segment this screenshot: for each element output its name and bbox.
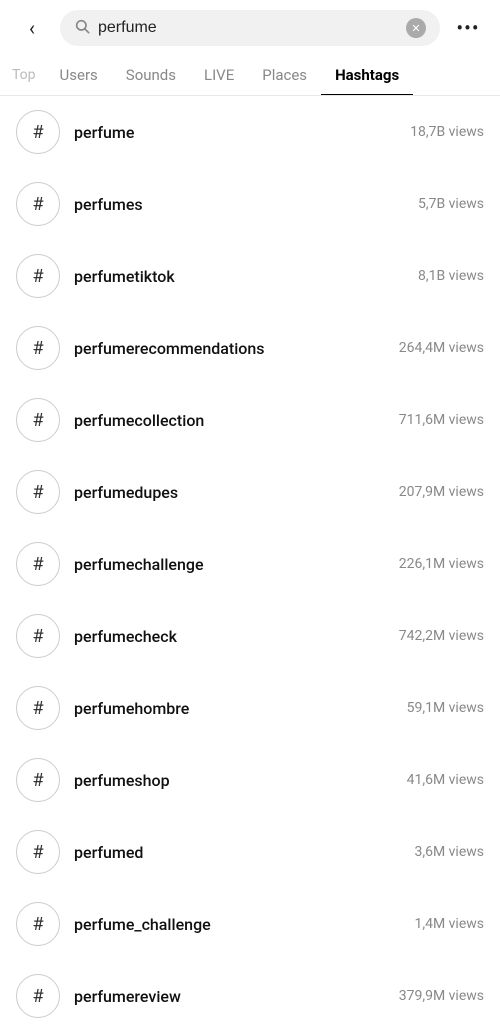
hashtag-label: perfumereview [74, 987, 385, 1006]
list-item[interactable]: # perfume 18,7B views [0, 96, 500, 168]
hashtag-icon: # [16, 254, 60, 298]
list-item[interactable]: # perfumedupes 207,9M views [0, 456, 500, 528]
tab-users[interactable]: Users [46, 56, 112, 96]
header: ‹ ✕ ••• [0, 0, 500, 56]
hashtag-views: 226,1M views [399, 556, 484, 572]
hashtag-views: 41,6M views [407, 772, 484, 788]
hashtag-label: perfumed [74, 843, 400, 862]
hashtag-icon: # [16, 614, 60, 658]
hashtag-icon: # [16, 542, 60, 586]
hashtag-views: 3,6M views [414, 844, 484, 860]
hashtag-list: # perfume 18,7B views # perfumes 5,7B vi… [0, 96, 500, 1032]
hashtag-views: 8,1B views [418, 268, 484, 284]
hashtag-label: perfumeshop [74, 771, 393, 790]
hashtag-views: 379,9M views [399, 988, 484, 1004]
hashtag-icon: # [16, 830, 60, 874]
hashtag-views: 1,4M views [414, 916, 484, 932]
hashtag-icon: # [16, 326, 60, 370]
list-item[interactable]: # perfumeshop 41,6M views [0, 744, 500, 816]
hashtag-views: 742,2M views [399, 628, 484, 644]
hashtag-label: perfumerecommendations [74, 339, 385, 358]
hashtag-icon: # [16, 182, 60, 226]
search-input[interactable] [98, 19, 398, 37]
hashtag-label: perfumecheck [74, 627, 385, 646]
hashtag-icon: # [16, 974, 60, 1018]
hashtag-views: 59,1M views [407, 700, 484, 716]
tab-places[interactable]: Places [248, 56, 321, 96]
hashtag-label: perfumetiktok [74, 267, 404, 286]
back-button[interactable]: ‹ [14, 10, 50, 46]
hashtag-views: 711,6M views [399, 412, 484, 428]
tab-live[interactable]: LIVE [190, 56, 248, 96]
list-item[interactable]: # perfumecollection 711,6M views [0, 384, 500, 456]
hashtag-icon: # [16, 110, 60, 154]
hashtag-views: 18,7B views [410, 124, 484, 140]
search-icon [74, 18, 90, 38]
list-item[interactable]: # perfumereview 379,9M views [0, 960, 500, 1032]
list-item[interactable]: # perfumehombre 59,1M views [0, 672, 500, 744]
hashtag-label: perfumehombre [74, 699, 393, 718]
list-item[interactable]: # perfumecheck 742,2M views [0, 600, 500, 672]
list-item[interactable]: # perfumechallenge 226,1M views [0, 528, 500, 600]
hashtag-label: perfume [74, 123, 396, 142]
list-item[interactable]: # perfumerecommendations 264,4M views [0, 312, 500, 384]
hashtag-icon: # [16, 398, 60, 442]
tab-sounds[interactable]: Sounds [112, 56, 190, 96]
tabs-bar: Top Users Sounds LIVE Places Hashtags [0, 56, 500, 96]
hashtag-icon: # [16, 902, 60, 946]
tab-hashtags[interactable]: Hashtags [321, 56, 413, 96]
more-button[interactable]: ••• [450, 10, 486, 46]
clear-button[interactable]: ✕ [406, 18, 426, 38]
hashtag-icon: # [16, 758, 60, 802]
list-item[interactable]: # perfumed 3,6M views [0, 816, 500, 888]
hashtag-label: perfumecollection [74, 411, 385, 430]
search-bar: ✕ [60, 10, 440, 46]
hashtag-icon: # [16, 686, 60, 730]
hashtag-label: perfumechallenge [74, 555, 385, 574]
hashtag-views: 5,7B views [418, 196, 484, 212]
hashtag-views: 207,9M views [399, 484, 484, 500]
hashtag-label: perfumes [74, 195, 404, 214]
hashtag-label: perfume_challenge [74, 915, 400, 934]
list-item[interactable]: # perfume_challenge 1,4M views [0, 888, 500, 960]
list-item[interactable]: # perfumes 5,7B views [0, 168, 500, 240]
tab-top[interactable]: Top [8, 57, 46, 95]
hashtag-icon: # [16, 470, 60, 514]
list-item[interactable]: # perfumetiktok 8,1B views [0, 240, 500, 312]
hashtag-views: 264,4M views [399, 340, 484, 356]
hashtag-label: perfumedupes [74, 483, 385, 502]
